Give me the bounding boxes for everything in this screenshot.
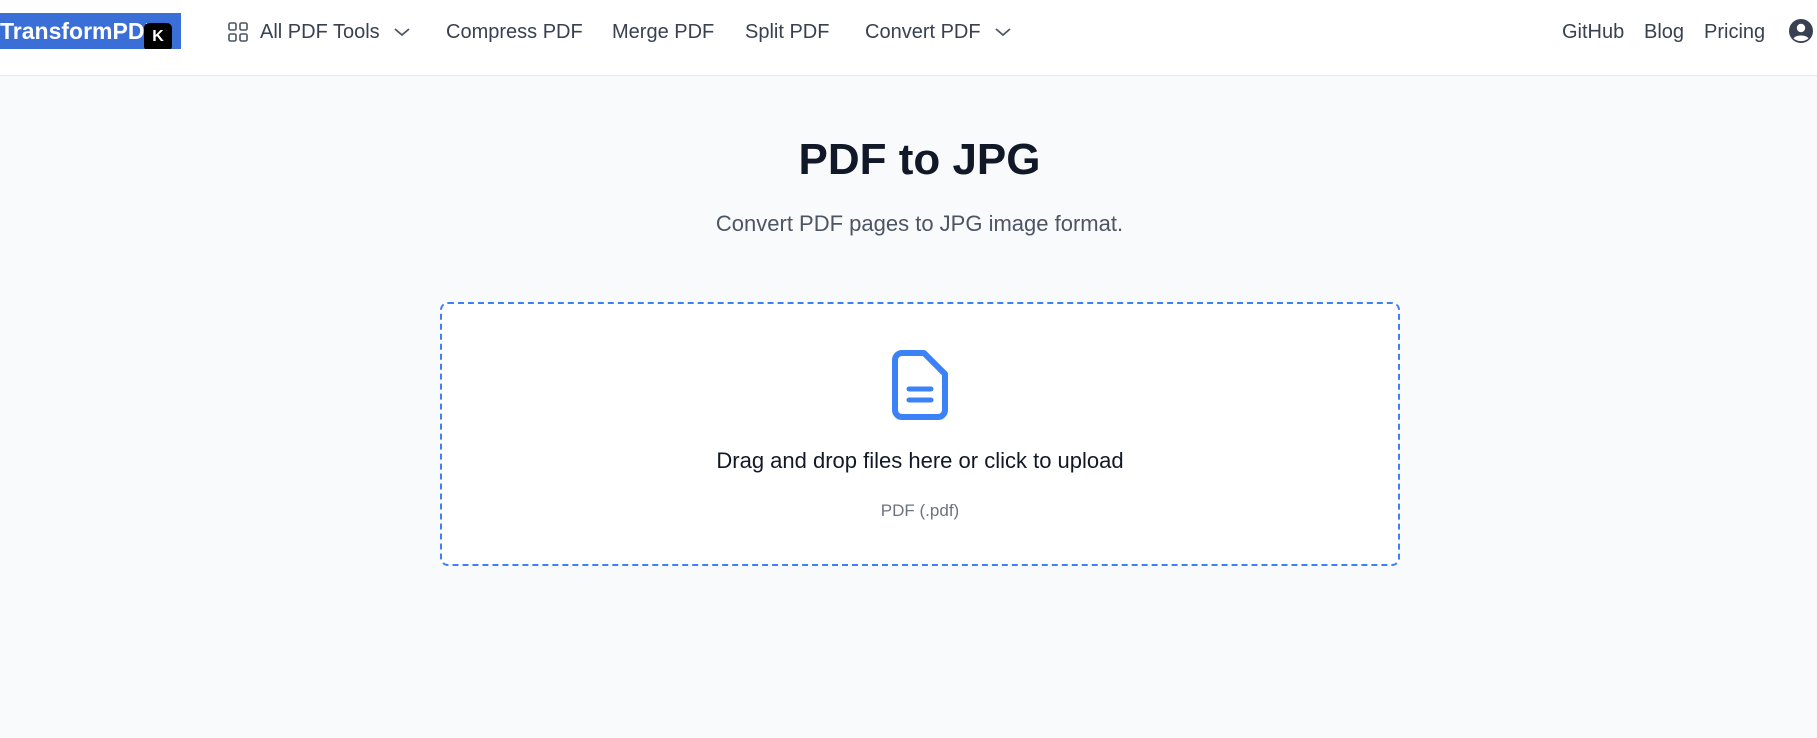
page-subtitle: Convert PDF pages to JPG image format. [715,211,1124,236]
nav-merge-pdf-label: Merge PDF [612,21,715,43]
nav-all-pdf-tools[interactable]: All PDF Tools [228,19,410,45]
chevron-down-icon [995,27,1011,37]
nav-compress-pdf[interactable]: Compress PDF [446,19,583,45]
nav-convert-pdf[interactable]: Convert PDF [865,19,1011,45]
user-circle-icon [1788,18,1814,44]
nav-blog-label: Blog [1644,21,1685,43]
nav-github[interactable]: GitHub [1562,19,1624,45]
logo[interactable]: TransformPDFs K [0,13,181,49]
accepted-file-types: PDF (.pdf) [880,501,960,520]
account-button[interactable] [1788,18,1814,44]
nav-convert-pdf-label: Convert PDF [865,21,981,43]
nav-blog[interactable]: Blog [1644,19,1684,45]
dropzone-instructions: Drag and drop files here or click to upl… [716,448,1124,473]
file-text-icon [892,350,948,420]
nav-pricing-label: Pricing [1704,21,1766,43]
nav-split-pdf-label: Split PDF [745,21,830,43]
nav-split-pdf[interactable]: Split PDF [745,19,829,45]
nav-all-pdf-tools-label: All PDF Tools [260,21,380,43]
file-dropzone[interactable]: Drag and drop files here or click to upl… [440,302,1400,566]
page-title: PDF to JPG [798,135,1041,184]
nav-compress-pdf-label: Compress PDF [446,21,583,43]
top-navigation-bar: TransformPDFs K All PDF Tools Compress P… [0,0,1817,76]
chevron-down-icon [394,27,410,37]
logo-badge: K [144,23,172,49]
grid-icon [228,22,248,42]
nav-github-label: GitHub [1562,21,1625,43]
nav-merge-pdf[interactable]: Merge PDF [612,19,714,45]
nav-pricing[interactable]: Pricing [1704,19,1765,45]
